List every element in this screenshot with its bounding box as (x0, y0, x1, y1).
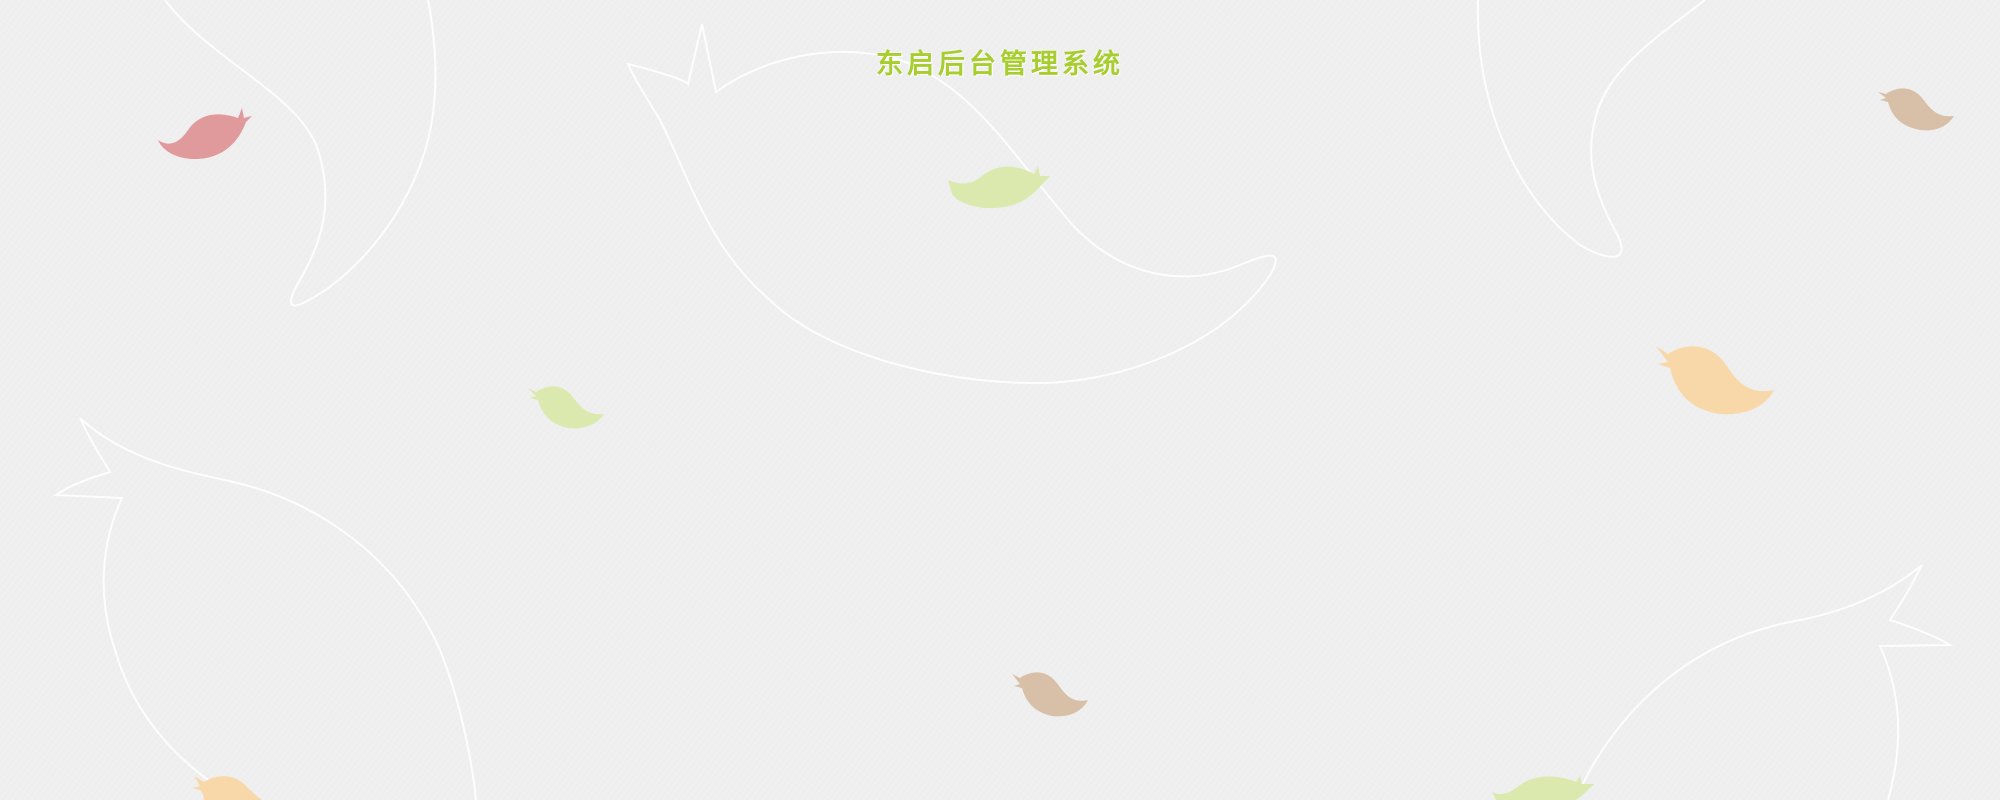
bird-green-top-icon (948, 166, 1050, 209)
bird-tan-bottom-shape (1012, 672, 1088, 717)
outline-bird-bottom-left (53, 417, 477, 800)
bird-red-icon (158, 108, 252, 160)
bird-green-bottom-right-shape (1492, 776, 1594, 800)
bird-tan-top-right-shape (1878, 88, 1954, 131)
bird-tan-bottom-icon (1012, 672, 1088, 717)
bird-green-small-icon (528, 386, 604, 429)
bird-orange-bottom-left-shape (192, 776, 262, 800)
page-title: 东启后台管理系统 (876, 49, 1124, 80)
bird-green-small-shape (528, 386, 604, 429)
bird-green-top-shape (948, 166, 1050, 209)
login-background: 东启后台管理系统 (0, 0, 2000, 800)
bird-orange-bottom-left-icon (192, 776, 262, 800)
bird-orange-right-icon (1656, 346, 1774, 415)
bird-orange-right-shape (1656, 346, 1774, 415)
outline-bird-top-right (1476, 0, 1706, 258)
bird-red-shape (158, 108, 252, 160)
bird-green-bottom-right-icon (1492, 776, 1594, 800)
outline-bird-bottom-right (1574, 564, 1954, 800)
bird-tan-top-right-icon (1878, 88, 1954, 131)
